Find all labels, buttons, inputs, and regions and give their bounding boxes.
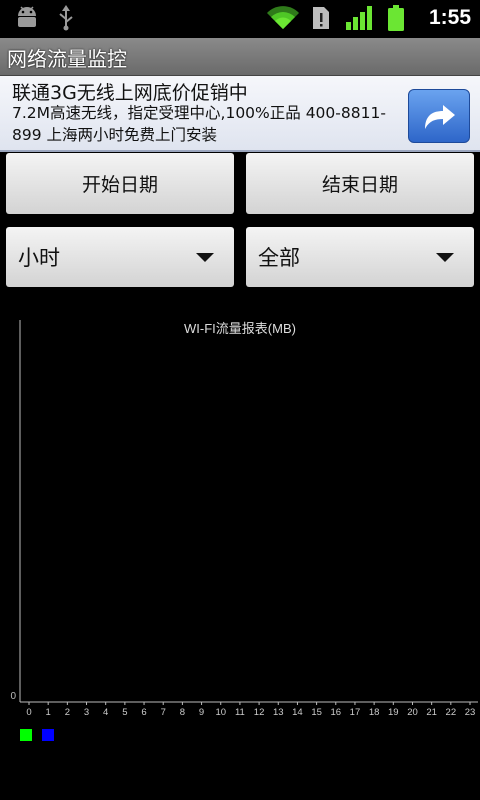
status-time: 1:55 — [428, 6, 471, 29]
x-tick-label: 9 — [199, 707, 204, 718]
x-tick-label: 3 — [84, 707, 89, 718]
app-title: 网络流量监控 — [7, 47, 127, 71]
ad-description: 7.2M高速无线，指定受理中心,100%正品 400-8811-899 上海两小… — [12, 104, 386, 144]
x-tick-label: 15 — [311, 707, 322, 718]
x-tick-label: 18 — [369, 707, 380, 718]
y-tick-label: 0 — [10, 691, 16, 702]
scope-value: 全部 — [258, 246, 300, 270]
x-tick-label: 23 — [465, 707, 476, 718]
legend-blue-swatch — [42, 729, 54, 741]
traffic-chart: 00 1 2 3 4 5 6 7 8 9 10 11 12 13 14 15 16 17 18 19 20 21 22 23 — [10, 320, 478, 718]
ad-title: 联通3G无线上网底价促销中 — [12, 82, 248, 104]
x-tick-label: 14 — [292, 707, 303, 718]
x-tick-label: 2 — [65, 707, 70, 718]
x-tick-label: 19 — [388, 707, 399, 718]
x-tick-label: 7 — [161, 707, 166, 718]
ad-action-button[interactable] — [408, 89, 470, 143]
x-tick-label: 8 — [180, 707, 185, 718]
dropdown-arrow-icon — [196, 253, 214, 262]
x-tick-label: 21 — [426, 707, 437, 718]
signal-icon — [345, 5, 373, 35]
x-tick-label: 4 — [103, 707, 108, 718]
android-debug-icon — [14, 5, 40, 33]
x-tick-label: 22 — [446, 707, 457, 718]
end-date-button[interactable]: 结束日期 — [246, 153, 474, 214]
time-unit-spinner[interactable]: 小时 — [6, 227, 234, 287]
scope-spinner[interactable]: 全部 — [246, 227, 474, 287]
dropdown-arrow-icon — [436, 253, 454, 262]
legend-green-swatch — [20, 729, 32, 741]
x-tick-label: 6 — [141, 707, 146, 718]
x-tick-label: 17 — [350, 707, 361, 718]
x-tick-label: 13 — [273, 707, 284, 718]
sim-alert-icon — [311, 5, 331, 35]
x-tick-label: 12 — [254, 707, 265, 718]
status-bar: 1:55 — [0, 0, 480, 38]
title-bar: 网络流量监控 — [0, 38, 480, 76]
battery-icon — [386, 5, 406, 35]
x-tick-label: 16 — [330, 707, 341, 718]
start-date-button[interactable]: 开始日期 — [6, 153, 234, 214]
usb-icon — [56, 5, 76, 35]
wifi-icon — [266, 4, 300, 34]
x-tick-label: 11 — [235, 707, 245, 718]
x-tick-label: 0 — [26, 707, 31, 718]
x-tick-label: 1 — [46, 707, 51, 718]
x-tick-label: 20 — [407, 707, 418, 718]
time-unit-value: 小时 — [18, 246, 60, 270]
x-tick-label: 10 — [215, 707, 226, 718]
x-tick-label: 5 — [122, 707, 127, 718]
